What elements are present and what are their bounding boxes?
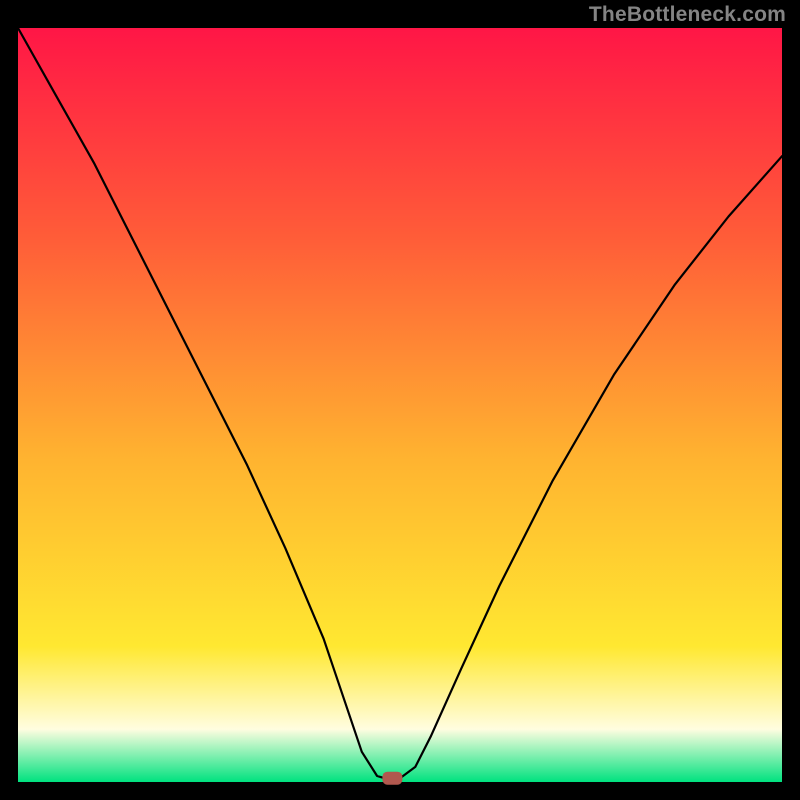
- chart-stage: TheBottleneck.com: [0, 0, 800, 800]
- attribution-text: TheBottleneck.com: [589, 3, 786, 27]
- plot-background: [18, 28, 782, 782]
- chart-svg: [0, 0, 800, 800]
- match-marker: [382, 772, 402, 785]
